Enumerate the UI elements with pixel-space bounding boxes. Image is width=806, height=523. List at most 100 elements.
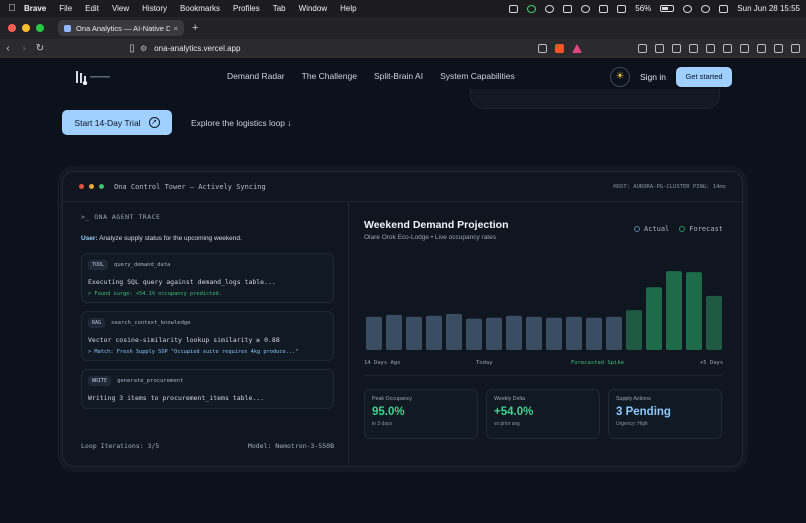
actual-bar (566, 316, 582, 350)
ona-logo-icon[interactable] (74, 69, 114, 85)
browser-tab[interactable]: Ona Analytics — AI-Native De × (58, 20, 184, 36)
agent-trace-panel: >_ ONA AGENT TRACE User: Analyze supply … (63, 203, 349, 467)
menu-app-name[interactable]: Brave (24, 4, 46, 13)
stat-sub: Urgency: High (616, 421, 648, 427)
yellow-dot-icon (89, 184, 94, 189)
brave-rewards-icon[interactable] (572, 44, 582, 53)
actual-bar (386, 314, 402, 350)
close-window-button[interactable] (8, 24, 16, 32)
demand-bar-chart (366, 271, 722, 350)
nav-split-brain-ai[interactable]: Split-Brain AI (374, 71, 423, 81)
nav-demand-radar[interactable]: Demand Radar (227, 71, 285, 81)
brave-shields-icon[interactable] (555, 44, 564, 53)
stat-label: Weekly Delta (494, 396, 526, 402)
bookmark-icon[interactable]: ▯ (124, 43, 140, 54)
cloud-icon[interactable] (599, 4, 609, 13)
battery-icon[interactable] (660, 5, 675, 12)
macos-menubar:  Brave File Edit View History Bookmarks… (0, 0, 806, 17)
menubar-clock[interactable]: Sun Jun 28 15:55 (737, 4, 800, 13)
stat-value: 95.0% (372, 406, 405, 418)
trace-step-write: WRITE generate_procurement Writing 3 ite… (81, 369, 334, 409)
apple-menu-icon[interactable]:  (0, 3, 24, 14)
sidebar-toggle-icon[interactable] (723, 44, 732, 53)
puzzle-extensions-icon[interactable] (689, 44, 698, 53)
status-tray: 56% Sun Jun 28 15:55 (509, 4, 806, 13)
legend-forecast-label: Forecast (689, 225, 723, 233)
menu-profiles[interactable]: Profiles (233, 4, 260, 13)
menu-tab[interactable]: Tab (273, 4, 286, 13)
projection-title: Weekend Demand Projection (364, 219, 509, 231)
menu-help[interactable]: Help (340, 4, 356, 13)
wifi-icon[interactable] (683, 4, 693, 13)
close-tab-icon[interactable]: × (174, 24, 178, 33)
spotlight-search-icon[interactable] (701, 4, 711, 13)
green-dot-icon (99, 184, 104, 189)
sign-in-link[interactable]: Sign in (640, 72, 666, 82)
moon-icon[interactable] (545, 4, 555, 13)
start-trial-button[interactable]: Start 14-Day Trial ↗ (62, 110, 172, 135)
get-started-button[interactable]: Get started (676, 67, 732, 87)
projection-subtitle: Olare Orok Eco-Lodge • Live occupancy ra… (364, 234, 496, 241)
agent-trace-heading: >_ ONA AGENT TRACE (81, 213, 161, 221)
vpn-icon[interactable] (774, 44, 783, 53)
stat-supply-actions: Supply Actions 3 Pending Urgency: High (608, 389, 722, 439)
legend-forecast: Forecast (679, 225, 723, 233)
explore-loop-link[interactable]: Explore the logistics loop ↓ (191, 118, 292, 128)
theme-toggle-sun-icon[interactable]: ☀ (610, 67, 630, 87)
step-function-name: generate_procurement (117, 378, 184, 384)
extension-icon[interactable] (638, 44, 647, 53)
actual-bar (546, 317, 562, 350)
red-dot-icon (79, 184, 84, 189)
trace-step-tool: TOOL query_demand_data Executing SQL que… (81, 253, 334, 303)
nav-the-challenge[interactable]: The Challenge (302, 71, 357, 81)
control-center-icon[interactable] (719, 4, 729, 13)
address-url[interactable]: ona-analytics.vercel.app (154, 44, 240, 53)
screenshot-icon[interactable] (706, 44, 715, 53)
user-label: User: (81, 235, 98, 242)
step-result: > Found surge: +54.1% occupancy predicte… (88, 291, 222, 297)
stat-sub: vs prior avg (494, 421, 520, 427)
address-bar[interactable]: ⚙ ona-analytics.vercel.app (140, 44, 240, 53)
menu-history[interactable]: History (142, 4, 167, 13)
primary-nav: Demand Radar The Challenge Split-Brain A… (227, 71, 515, 81)
x-label-end: +5 Days (700, 360, 724, 366)
battery-percent: 56% (635, 4, 652, 13)
x-label-today: Today (476, 360, 493, 366)
menu-file[interactable]: File (59, 4, 72, 13)
chart-legend: Actual Forecast (633, 225, 723, 233)
wallet-icon[interactable] (655, 44, 664, 53)
step-detail: Writing 3 items to procurement_items tab… (88, 394, 265, 402)
play-icon[interactable] (581, 4, 591, 13)
menu-view[interactable]: View (112, 4, 129, 13)
stat-value: +54.0% (494, 406, 534, 418)
actual-bar (366, 316, 382, 350)
wallet-extension-icon[interactable] (740, 44, 749, 53)
host-ping-info: HOST: AURORA-PG-CLUSTER PING: 14ms (613, 183, 726, 190)
menu-window[interactable]: Window (299, 4, 327, 13)
nav-system-capabilities[interactable]: System Capabilities (440, 71, 515, 81)
bug-icon[interactable] (527, 4, 537, 13)
clipboard-icon[interactable] (509, 4, 519, 13)
menu-edit[interactable]: Edit (85, 4, 99, 13)
media-icon[interactable] (672, 44, 681, 53)
reload-button[interactable]: ↻ (32, 43, 48, 54)
step-detail: Vector cosine-similarity lookup similari… (88, 336, 280, 344)
menu-bookmarks[interactable]: Bookmarks (180, 4, 220, 13)
minimize-window-button[interactable] (22, 24, 30, 32)
site-settings-icon[interactable]: ⚙ (140, 44, 147, 53)
maximize-window-button[interactable] (36, 24, 44, 32)
bluetooth-icon[interactable] (563, 4, 573, 13)
actual-bar (486, 317, 502, 350)
control-tower-card: Ona Control Tower — Actively Syncing HOS… (62, 171, 743, 467)
x-label-start: 14 Days Ago (364, 360, 401, 366)
hamburger-menu-icon[interactable] (791, 44, 800, 53)
stat-weekly-delta: Weekly Delta +54.0% vs prior avg (486, 389, 600, 439)
keyboard-input-icon[interactable] (617, 4, 627, 13)
back-button[interactable]: ‹ (0, 43, 16, 54)
actual-bar (506, 315, 522, 350)
new-tab-button[interactable]: + (192, 22, 198, 34)
leo-ai-icon[interactable] (757, 44, 766, 53)
x-label-forecast-spike: Forecasted Spike (571, 360, 624, 366)
forward-button[interactable]: › (16, 43, 32, 54)
share-icon[interactable] (538, 44, 547, 53)
